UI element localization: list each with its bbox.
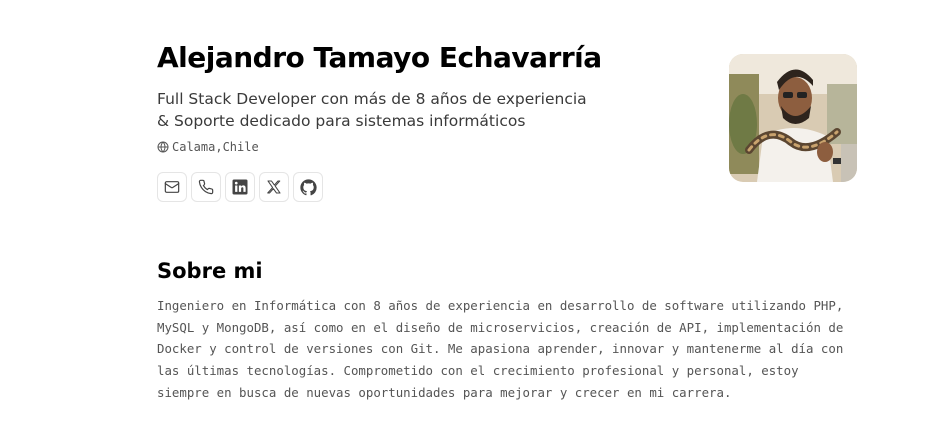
globe-icon: [157, 141, 169, 153]
phone-button[interactable]: [191, 172, 221, 202]
mail-icon: [164, 179, 180, 195]
profile-header: Alejandro Tamayo Echavarría Full Stack D…: [157, 0, 857, 220]
page-content: Alejandro Tamayo Echavarría Full Stack D…: [157, 0, 857, 400]
location-text: Calama,Chile: [172, 140, 259, 154]
github-icon: [299, 178, 317, 196]
x-button[interactable]: [259, 172, 289, 202]
profile-subtitle: Full Stack Developer con más de 8 años d…: [157, 90, 587, 130]
profile-name: Alejandro Tamayo Echavarría: [157, 41, 602, 74]
social-links: [157, 172, 323, 202]
about-title: Sobre mi: [157, 259, 263, 283]
github-button[interactable]: [293, 172, 323, 202]
about-text: Ingeniero en Informática con 8 años de e…: [157, 298, 844, 400]
avatar: [729, 54, 857, 182]
linkedin-icon: [231, 178, 249, 196]
linkedin-button[interactable]: [225, 172, 255, 202]
avatar-photo: [729, 54, 857, 182]
phone-icon: [198, 179, 214, 195]
email-button[interactable]: [157, 172, 187, 202]
x-icon: [266, 179, 282, 195]
profile-location[interactable]: Calama,Chile: [157, 140, 259, 154]
